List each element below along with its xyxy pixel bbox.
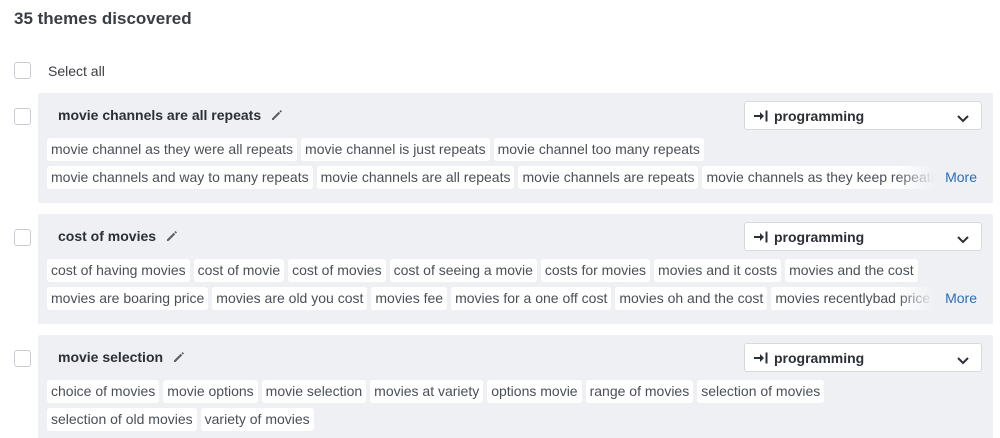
category-label: programming xyxy=(774,108,864,124)
phrase-tag[interactable]: movie options xyxy=(163,380,257,403)
chevron-down-icon xyxy=(957,232,969,242)
category-dropdown[interactable]: programming xyxy=(744,343,982,372)
phrase-tag[interactable]: movie selection xyxy=(262,380,367,403)
phrase-tag[interactable]: movies are old you cost xyxy=(212,287,367,310)
select-all-checkbox[interactable] xyxy=(14,62,31,79)
theme-title: cost of movies xyxy=(58,228,179,244)
theme-card: movie selection programming choice of movi… xyxy=(38,335,993,438)
tags-line: movie channel as they were all repeatsmo… xyxy=(47,138,993,162)
phrase-tag[interactable]: movies fee xyxy=(371,287,447,310)
phrase-tag[interactable]: costs for movies xyxy=(541,259,650,282)
theme-title-text: cost of movies xyxy=(58,228,156,244)
more-link[interactable]: More xyxy=(945,290,977,306)
phrase-tag[interactable]: cost of movie xyxy=(194,259,284,282)
phrase-tag[interactable]: choice of movies xyxy=(47,380,159,403)
phrase-tag[interactable]: cost of having movies xyxy=(47,259,190,282)
tags-line: movies are boaring pricemovies are old y… xyxy=(47,287,941,311)
theme-checkbox[interactable] xyxy=(14,350,31,367)
tags-line: movie channels and way to many repeatsmo… xyxy=(47,166,941,190)
phrase-tag[interactable]: movie channels as they keep repeating xyxy=(702,166,941,189)
phrase-tag[interactable]: cost of seeing a movie xyxy=(390,259,537,282)
phrase-tag[interactable]: movies are boaring price xyxy=(47,287,208,310)
select-all-label: Select all xyxy=(48,63,105,79)
phrase-tag[interactable]: options movie xyxy=(487,380,581,403)
phrase-tag[interactable]: movie channel as they were all repeats xyxy=(47,138,297,161)
pencil-icon[interactable] xyxy=(165,229,179,243)
theme-checkbox[interactable] xyxy=(14,108,31,125)
theme-checkbox[interactable] xyxy=(14,229,31,246)
phrase-tag[interactable]: movies at variety xyxy=(370,380,483,403)
category-dropdown[interactable]: programming xyxy=(744,101,982,130)
pencil-icon[interactable] xyxy=(172,350,186,364)
phrase-tag[interactable]: variety of movies xyxy=(201,408,314,431)
phrase-tag[interactable]: selection of old movies xyxy=(47,408,197,431)
phrase-tag[interactable]: selection of movies xyxy=(697,380,824,403)
tags-line: choice of moviesmovie optionsmovie selec… xyxy=(47,380,993,404)
arrow-right-to-bar-icon xyxy=(753,109,769,123)
category-dropdown[interactable]: programming xyxy=(744,222,982,251)
phrase-tag[interactable]: movies recentlybad price xyxy=(771,287,934,310)
phrase-tag[interactable]: movies for a one off cost xyxy=(451,287,611,310)
phrase-tag[interactable]: movies and it costs xyxy=(654,259,781,282)
arrow-right-to-bar-icon xyxy=(753,351,769,365)
phrase-tag[interactable]: movie channel too many repeats xyxy=(494,138,704,161)
theme-card: movie channels are all repeats programmin… xyxy=(38,93,993,203)
category-label: programming xyxy=(774,350,864,366)
arrow-right-to-bar-icon xyxy=(753,230,769,244)
tags-line: cost of having moviescost of moviecost o… xyxy=(47,259,993,283)
phrase-tag[interactable]: movie channels are all repeats xyxy=(317,166,515,189)
theme-title: movie channels are all repeats xyxy=(58,107,284,123)
more-link[interactable]: More xyxy=(945,169,977,185)
header-count: 35 themes discovered xyxy=(14,9,192,29)
phrase-tag[interactable]: movie channels and way to many repeats xyxy=(47,166,313,189)
chevron-down-icon xyxy=(957,353,969,363)
theme-title: movie selection xyxy=(58,349,186,365)
theme-card: cost of movies programming cost of having … xyxy=(38,214,993,324)
phrase-tag[interactable]: movie channel is just repeats xyxy=(301,138,490,161)
phrase-tag[interactable]: cost of movies xyxy=(288,259,385,282)
theme-title-text: movie channels are all repeats xyxy=(58,107,261,123)
tags-line: selection of old moviesvariety of movies xyxy=(47,408,993,432)
pencil-icon[interactable] xyxy=(270,108,284,122)
phrase-tag[interactable]: movies oh and the cost xyxy=(615,287,767,310)
phrase-tag[interactable]: movie channels are repeats xyxy=(518,166,698,189)
category-label: programming xyxy=(774,229,864,245)
phrase-tag[interactable]: movies and the cost xyxy=(785,259,918,282)
chevron-down-icon xyxy=(957,111,969,121)
theme-title-text: movie selection xyxy=(58,349,163,365)
phrase-tag[interactable]: range of movies xyxy=(586,380,694,403)
